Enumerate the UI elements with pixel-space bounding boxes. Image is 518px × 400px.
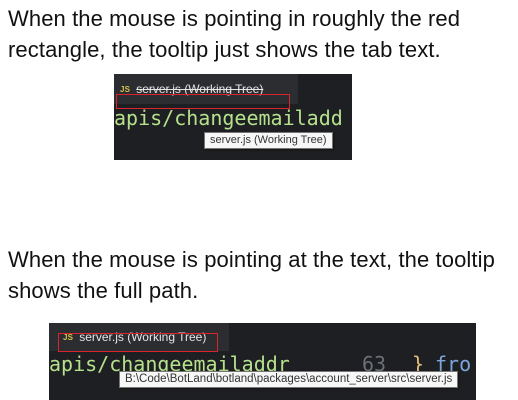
caption-first: When the mouse is pointing in roughly th… bbox=[8, 6, 461, 62]
caption-second: When the mouse is pointing at the text, … bbox=[8, 247, 495, 303]
editor-screenshot-tab-hover: JS server.js (Working Tree) apis/changee… bbox=[114, 74, 352, 160]
tab-tooltip: server.js (Working Tree) bbox=[204, 132, 333, 149]
hover-region-highlight bbox=[116, 94, 290, 109]
code-line: apis/changeemailadd bbox=[114, 106, 343, 130]
full-path-tooltip: B:\Code\BotLand\botland\packages\account… bbox=[119, 371, 459, 388]
javascript-file-icon: JS bbox=[120, 84, 131, 94]
hover-text-highlight bbox=[58, 333, 218, 352]
